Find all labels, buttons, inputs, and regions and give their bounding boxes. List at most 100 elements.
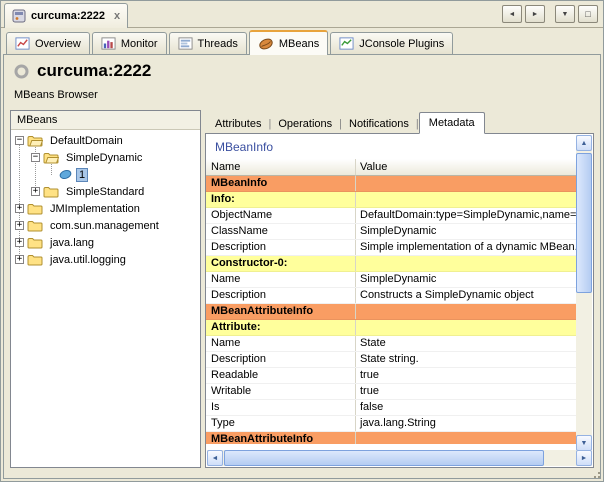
- tree-node-simpledynamic[interactable]: − SimpleDynamic: [11, 149, 200, 166]
- metadata-table: Name Value MBeanInfo Info: ObjectName De…: [206, 159, 577, 444]
- right-arrow-icon: ►: [581, 455, 588, 462]
- mbeans-browser-label: MBeans Browser: [14, 89, 98, 101]
- tree-node-1[interactable]: 1: [11, 166, 200, 183]
- tab-scroll-left-button[interactable]: ◄: [502, 5, 522, 23]
- scroll-left-button[interactable]: ◄: [207, 450, 223, 466]
- tree-node-label: 1: [76, 168, 88, 182]
- expand-handle-icon[interactable]: +: [15, 238, 24, 247]
- table-row[interactable]: MBeanAttributeInfo: [206, 304, 577, 320]
- horizontal-scrollbar[interactable]: ◄ ►: [207, 450, 592, 466]
- table-row[interactable]: Attribute:: [206, 320, 577, 336]
- tab-notifications[interactable]: Notifications: [342, 115, 416, 133]
- scroll-down-button[interactable]: ▼: [576, 435, 592, 451]
- tree-node-label: java.util.logging: [47, 253, 129, 267]
- vertical-scroll-thumb[interactable]: [576, 153, 592, 293]
- cell-value: State: [356, 336, 577, 351]
- expand-handle-icon[interactable]: +: [15, 255, 24, 264]
- tree-node-label: JMImplementation: [47, 202, 143, 216]
- table-row[interactable]: MBeanInfo: [206, 176, 577, 192]
- column-header-name[interactable]: Name: [206, 159, 356, 176]
- tree-node-java-lang[interactable]: + java.lang: [11, 234, 200, 251]
- table-row[interactable]: Description State string.: [206, 352, 577, 368]
- jconsole-window: curcuma:2222 x ◄ ► ▼ □ Overview: [0, 0, 604, 482]
- table-row[interactable]: Description Constructs a SimpleDynamic o…: [206, 288, 577, 304]
- folder-icon: [27, 202, 43, 215]
- table-row[interactable]: Name SimpleDynamic: [206, 272, 577, 288]
- tree-node-label: SimpleDynamic: [63, 151, 145, 165]
- down-arrow-icon: ▼: [581, 440, 588, 447]
- resize-grip[interactable]: [591, 469, 600, 478]
- folder-icon: [27, 253, 43, 266]
- scroll-up-button[interactable]: ▲: [576, 135, 592, 151]
- collapse-handle-icon[interactable]: −: [31, 153, 40, 162]
- table-row[interactable]: Writable true: [206, 384, 577, 400]
- cell-name: MBeanAttributeInfo: [206, 304, 356, 319]
- vertical-scrollbar[interactable]: ▲ ▼: [576, 135, 592, 451]
- tab-operations[interactable]: Operations: [271, 115, 339, 133]
- connection-header: curcuma:2222: [14, 61, 151, 81]
- expand-handle-icon[interactable]: +: [15, 221, 24, 230]
- cell-name: Name: [206, 336, 356, 351]
- horizontal-scroll-thumb[interactable]: [224, 450, 544, 466]
- tree-node-jmimplementation[interactable]: + JMImplementation: [11, 200, 200, 217]
- minimize-button[interactable]: ▼: [555, 5, 575, 23]
- tree-node-java-util-logging[interactable]: + java.util.logging: [11, 251, 200, 268]
- threads-icon: [178, 36, 193, 51]
- table-row[interactable]: ClassName SimpleDynamic: [206, 224, 577, 240]
- connection-tab[interactable]: curcuma:2222 x: [4, 3, 128, 28]
- mbeans-icon: [258, 37, 274, 51]
- cell-name: ClassName: [206, 224, 356, 239]
- table-row[interactable]: Readable true: [206, 368, 577, 384]
- table-row[interactable]: Constructor-0:: [206, 256, 577, 272]
- tab-label: Threads: [198, 38, 238, 50]
- folder-open-icon: [27, 134, 43, 147]
- cell-value: [356, 176, 577, 191]
- tree-node-simplestandard[interactable]: + SimpleStandard: [11, 183, 200, 200]
- table-row[interactable]: Info:: [206, 192, 577, 208]
- mbeans-tree[interactable]: − DefaultDomain −: [11, 130, 200, 467]
- mbeaninfo-title: MBeanInfo: [215, 140, 273, 154]
- cell-name: Type: [206, 416, 356, 431]
- cell-name: Description: [206, 288, 356, 303]
- scroll-right-button[interactable]: ►: [576, 450, 592, 466]
- cell-name: Constructor-0:: [206, 256, 356, 271]
- monitor-icon: [101, 36, 116, 51]
- table-row[interactable]: ObjectName DefaultDomain:type=SimpleDyna…: [206, 208, 577, 224]
- tab-scroll-right-button[interactable]: ►: [525, 5, 545, 23]
- cell-value: Simple implementation of a dynamic MBean…: [356, 240, 577, 255]
- table-row[interactable]: Description Simple implementation of a d…: [206, 240, 577, 256]
- tab-metadata[interactable]: Metadata: [419, 112, 485, 134]
- tab-overview[interactable]: Overview: [6, 32, 90, 54]
- cell-value: SimpleDynamic: [356, 272, 577, 287]
- table-row[interactable]: MBeanAttributeInfo: [206, 432, 577, 444]
- collapse-handle-icon[interactable]: −: [15, 136, 24, 145]
- cell-name: Attribute:: [206, 320, 356, 335]
- tab-monitor[interactable]: Monitor: [92, 32, 167, 54]
- jmx-icon: [12, 9, 26, 23]
- table-row[interactable]: Is false: [206, 400, 577, 416]
- table-row[interactable]: Type java.lang.String: [206, 416, 577, 432]
- cell-value: State string.: [356, 352, 577, 367]
- folder-open-icon: [43, 151, 59, 164]
- folder-icon: [43, 185, 59, 198]
- expand-handle-icon[interactable]: +: [31, 187, 40, 196]
- cell-name: MBeanInfo: [206, 176, 356, 191]
- tab-jconsole-plugins[interactable]: JConsole Plugins: [330, 32, 453, 54]
- page-title: curcuma:2222: [37, 61, 151, 81]
- tab-threads[interactable]: Threads: [169, 32, 247, 54]
- tab-mbeans[interactable]: MBeans: [249, 30, 328, 55]
- table-row[interactable]: Name State: [206, 336, 577, 352]
- tab-label: MBeans: [279, 38, 319, 50]
- maximize-button[interactable]: □: [578, 5, 598, 23]
- expand-handle-icon[interactable]: +: [15, 204, 24, 213]
- cell-name: ObjectName: [206, 208, 356, 223]
- cell-value: [356, 192, 577, 207]
- tree-node-com-sun-management[interactable]: + com.sun.management: [11, 217, 200, 234]
- tab-attributes[interactable]: Attributes: [208, 115, 268, 133]
- tree-node-defaultdomain[interactable]: − DefaultDomain: [11, 132, 200, 149]
- cell-name: Writable: [206, 384, 356, 399]
- tree-node-label: SimpleStandard: [63, 185, 147, 199]
- column-header-value[interactable]: Value: [356, 159, 577, 176]
- up-arrow-icon: ▲: [581, 140, 588, 147]
- close-icon[interactable]: x: [114, 10, 120, 22]
